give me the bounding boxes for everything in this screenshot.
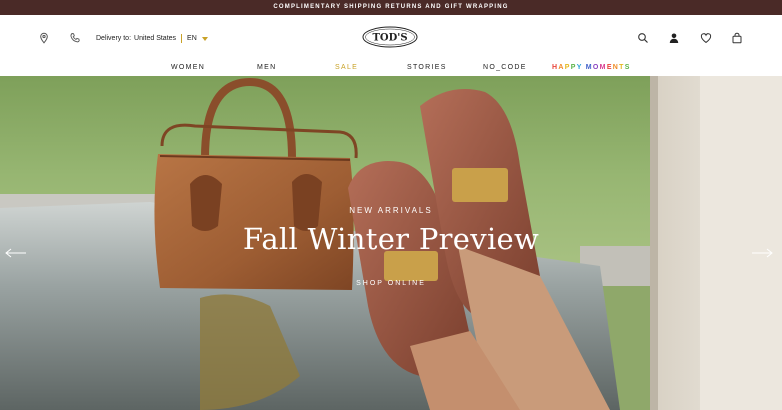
nav-item-men[interactable]: MEN: [257, 64, 276, 71]
delivery-country: United States: [134, 35, 177, 42]
happy-moments-letter: O: [592, 64, 600, 71]
nav-item-happy-moments[interactable]: HAPPY MOMENTS: [552, 64, 631, 71]
location-pin-icon[interactable]: [37, 31, 51, 45]
happy-moments-label: HAPPY MOMENTS: [552, 64, 631, 71]
site-header: Delivery to: United States EN TOD'S: [0, 15, 782, 60]
chevron-down-icon: [201, 36, 208, 41]
happy-moments-letter: M: [585, 64, 593, 71]
nav-item-no-code[interactable]: NO_CODE: [483, 64, 527, 71]
promo-bar: COMPLIMENTARY SHIPPING RETURNS AND GIFT …: [0, 0, 782, 15]
hero-title: Fall Winter Preview: [242, 222, 540, 256]
phone-icon[interactable]: [68, 31, 82, 45]
happy-moments-letter: S: [624, 64, 631, 71]
promo-text: COMPLIMENTARY SHIPPING RETURNS AND GIFT …: [273, 4, 509, 10]
delivery-selector[interactable]: Delivery to: United States EN: [96, 34, 208, 43]
shopping-bag-icon[interactable]: [730, 31, 744, 45]
language-label: EN: [187, 35, 197, 42]
user-icon[interactable]: [667, 31, 681, 45]
search-icon[interactable]: [636, 31, 650, 45]
nav-item-stories[interactable]: STORIES: [407, 64, 447, 71]
logo-text: TOD'S: [372, 33, 407, 44]
shop-online-link[interactable]: SHOP ONLINE: [0, 280, 782, 287]
heart-icon[interactable]: [699, 31, 713, 45]
delivery-divider: [181, 34, 183, 43]
hero-banner[interactable]: NEW ARRIVALS Fall Winter Preview SHOP ON…: [0, 76, 782, 410]
next-slide-arrow-icon[interactable]: [750, 246, 774, 258]
main-nav: WOMEN MEN SALE STORIES NO_CODE HAPPY MOM…: [0, 60, 782, 76]
delivery-label: Delivery to:: [96, 35, 132, 42]
nav-item-sale[interactable]: SALE: [335, 64, 358, 71]
brand-logo[interactable]: TOD'S: [362, 26, 418, 48]
happy-moments-letter: Y: [576, 64, 583, 71]
happy-moments-letter: M: [599, 64, 607, 71]
prev-slide-arrow-icon[interactable]: [4, 246, 28, 258]
hero-eyebrow: NEW ARRIVALS: [349, 206, 433, 215]
nav-item-women[interactable]: WOMEN: [171, 64, 205, 71]
